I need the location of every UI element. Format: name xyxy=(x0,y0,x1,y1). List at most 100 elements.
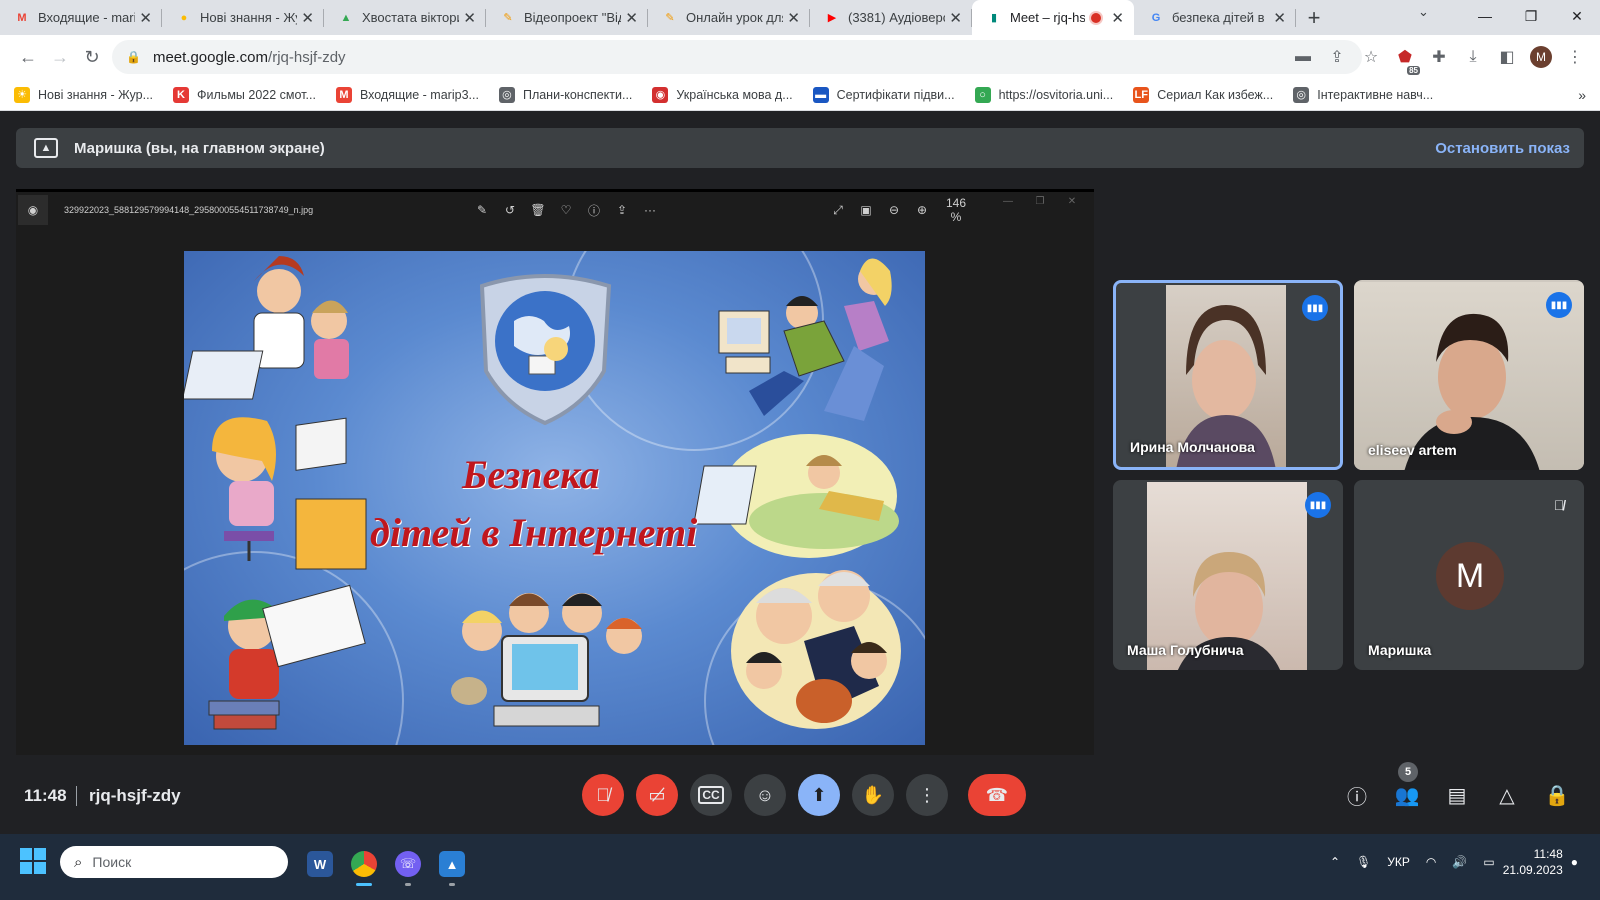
close-window-icon[interactable]: ✕ xyxy=(1554,0,1600,32)
meeting-code: rjq-hsjf-zdy xyxy=(89,786,181,805)
bookmarks-overflow-icon[interactable]: » xyxy=(1578,87,1586,103)
forward-arrow-icon[interactable]: → xyxy=(44,47,76,68)
sidepanel-icon[interactable]: ◧ xyxy=(1490,47,1524,67)
download-icon[interactable]: ⤓ xyxy=(1456,48,1490,66)
chat-button[interactable]: ▤ xyxy=(1432,774,1482,816)
captions-icon: CC xyxy=(698,786,724,804)
share-icon[interactable]: ⇪ xyxy=(1320,47,1354,67)
puzzle-icon[interactable]: ✚ xyxy=(1422,47,1456,67)
notification-icon[interactable]: ● xyxy=(1571,855,1578,869)
heart-icon[interactable]: ♡ xyxy=(552,203,580,217)
maximize-icon[interactable]: ❐ xyxy=(1508,0,1554,32)
chevron-up-icon[interactable]: ⌃ xyxy=(1330,855,1340,869)
participant-tile[interactable]: 🎙̸ M Маришка xyxy=(1354,480,1584,670)
taskbar-search[interactable]: ⌕ Поиск xyxy=(60,846,288,878)
viewer-minimize-icon: — xyxy=(1003,196,1013,207)
fullscreen-icon[interactable]: ⤢ xyxy=(824,203,852,218)
delete-icon[interactable]: 🗑 xyxy=(524,203,552,217)
close-tab-icon[interactable]: ✕ xyxy=(625,9,638,27)
rotate-icon[interactable]: ↺ xyxy=(496,203,524,217)
close-tab-icon[interactable]: ✕ xyxy=(787,9,800,27)
browser-tab[interactable]: ▮ Meet – rjq-hsjf-zdy ✕ xyxy=(972,0,1134,35)
battery-icon[interactable]: ▭ xyxy=(1483,855,1494,869)
more-icon[interactable]: ··· xyxy=(636,203,664,217)
star-icon[interactable]: ☆ xyxy=(1354,47,1388,67)
close-tab-icon[interactable]: ✕ xyxy=(1111,9,1124,27)
more-vert-icon: ⋮ xyxy=(918,784,936,805)
extension-shield-icon[interactable]: ⬟ 85 xyxy=(1388,47,1422,75)
browser-tab[interactable]: ✎ Відеопроект "Відео ✕ xyxy=(486,0,648,35)
close-tab-icon[interactable]: ✕ xyxy=(139,9,152,27)
camera-off-button[interactable]: ▭̸ xyxy=(636,774,678,816)
chrome-app-button[interactable] xyxy=(342,844,386,886)
viber-app-button[interactable]: ☏ xyxy=(386,844,430,886)
wifi-icon[interactable]: ◠ xyxy=(1426,855,1436,869)
word-app-button[interactable]: W xyxy=(298,844,342,884)
browser-tab[interactable]: Gбезпека дітей в інтернеті ✕ xyxy=(1134,0,1296,35)
profile-avatar[interactable]: M xyxy=(1524,46,1558,68)
stop-presenting-button[interactable]: Остановить показ xyxy=(1435,140,1570,157)
windows-taskbar: ⌕ Поиск W ☏ ▲ ⌃ 🎙 УКР ◠ 🔊 ▭ 11:48 21.09.… xyxy=(0,834,1600,900)
raise-hand-button[interactable]: ✋ xyxy=(852,774,894,816)
zoom-in-icon[interactable]: ⊕ xyxy=(908,203,936,217)
zoom-out-icon[interactable]: ⊖ xyxy=(880,203,908,217)
reload-icon[interactable]: ↻ xyxy=(76,47,108,68)
more-options-button[interactable]: ⋮ xyxy=(906,774,948,816)
sun-icon: ● xyxy=(180,11,188,24)
bookmark-item[interactable]: M Входящие - marip3... xyxy=(335,86,479,103)
host-controls-button[interactable]: 🔒 xyxy=(1532,774,1582,816)
menu-dots-icon[interactable]: ⋮ xyxy=(1558,47,1592,67)
browser-tab[interactable]: ✎ Онлайн урок для ✕ xyxy=(648,0,810,35)
present-screen-icon: ▲ xyxy=(34,138,58,158)
leave-call-button[interactable]: ☎ xyxy=(968,774,1026,816)
captions-button[interactable]: CC xyxy=(690,774,732,816)
participant-tile[interactable]: ▮▮▮ Ирина Молчанова xyxy=(1113,280,1343,470)
new-tab-button[interactable]: + xyxy=(1296,0,1332,35)
bookmark-item[interactable]: ◉ Українська мова д... xyxy=(652,86,793,103)
hand-icon: ✋ xyxy=(861,784,885,805)
bookmark-item[interactable]: ▬ Сертифікати підви... xyxy=(812,86,955,103)
share-icon[interactable]: ⇪ xyxy=(608,203,636,217)
minimize-icon[interactable]: — xyxy=(1462,0,1508,32)
lock-person-icon: 🔒 xyxy=(1544,784,1570,807)
photos-app-button[interactable]: ▲ xyxy=(430,844,474,886)
reactions-button[interactable]: ☺ xyxy=(744,774,786,816)
meeting-details-button[interactable]: ⓘ xyxy=(1332,774,1382,816)
close-tab-icon[interactable]: ✕ xyxy=(463,9,476,27)
language-indicator[interactable]: УКР xyxy=(1387,855,1410,869)
edit-icon[interactable]: ✎ xyxy=(468,203,496,217)
bookmarks-bar: ☀ Нові знання - Жур... K Фильмы 2022 смот..… xyxy=(0,79,1600,111)
info-icon[interactable]: ⓘ xyxy=(580,202,608,219)
bookmark-item[interactable]: ◎ Плани-конспекти... xyxy=(498,86,632,103)
viewer-filename: 329922023_588129579994148_29580005545117… xyxy=(64,205,314,215)
close-tab-icon[interactable]: ✕ xyxy=(1273,9,1286,27)
participant-tile[interactable]: ▮▮▮ eliseev artem xyxy=(1354,280,1584,470)
bookmark-item[interactable]: LF Сериал Как избеж... xyxy=(1133,86,1273,103)
mic-off-button[interactable]: 🎙̸ xyxy=(582,774,624,816)
bookmark-favicon-icon: LF xyxy=(1133,86,1150,103)
tab-search-icon[interactable]: ⌄ xyxy=(1418,4,1429,20)
microphone-icon[interactable]: 🎙 xyxy=(1356,855,1371,869)
present-now-button[interactable]: ⬆ xyxy=(798,774,840,816)
close-tab-icon[interactable]: ✕ xyxy=(949,9,962,27)
bookmark-item[interactable]: K Фильмы 2022 смот... xyxy=(173,86,316,103)
taskbar-clock[interactable]: 11:48 21.09.2023 xyxy=(1503,846,1563,878)
taskbar-date: 21.09.2023 xyxy=(1502,863,1563,877)
windows-start-icon[interactable] xyxy=(20,848,46,874)
bookmark-item[interactable]: ◎ Інтерактивне навч... xyxy=(1293,86,1433,103)
camera-icon[interactable]: ▬ xyxy=(1286,48,1320,66)
browser-tab[interactable]: ▲ Хвостата вікторина ✕ xyxy=(324,0,486,35)
bookmark-item[interactable]: ○ https://osvitoria.uni... xyxy=(974,86,1113,103)
fit-icon[interactable]: ▣ xyxy=(852,203,880,217)
bookmark-item[interactable]: ☀ Нові знання - Жур... xyxy=(14,86,153,103)
browser-tab[interactable]: ▶ (3381) Аудіоверсія ✕ xyxy=(810,0,972,35)
close-tab-icon[interactable]: ✕ xyxy=(301,9,314,27)
address-bar[interactable]: 🔒 meet.google.com/rjq-hsjf-zdy xyxy=(112,40,1362,74)
back-arrow-icon[interactable]: ← xyxy=(12,47,44,68)
browser-tab[interactable]: M Входящие - marip3 ✕ xyxy=(0,0,162,35)
people-button[interactable]: 👥 5 xyxy=(1382,762,1432,816)
volume-icon[interactable]: 🔊 xyxy=(1452,855,1467,869)
activities-button[interactable]: △ xyxy=(1482,774,1532,816)
participant-tile[interactable]: ▮▮▮ Маша Голубнича xyxy=(1113,480,1343,670)
browser-tab[interactable]: ● Нові знання - Журнал ✕ xyxy=(162,0,324,35)
